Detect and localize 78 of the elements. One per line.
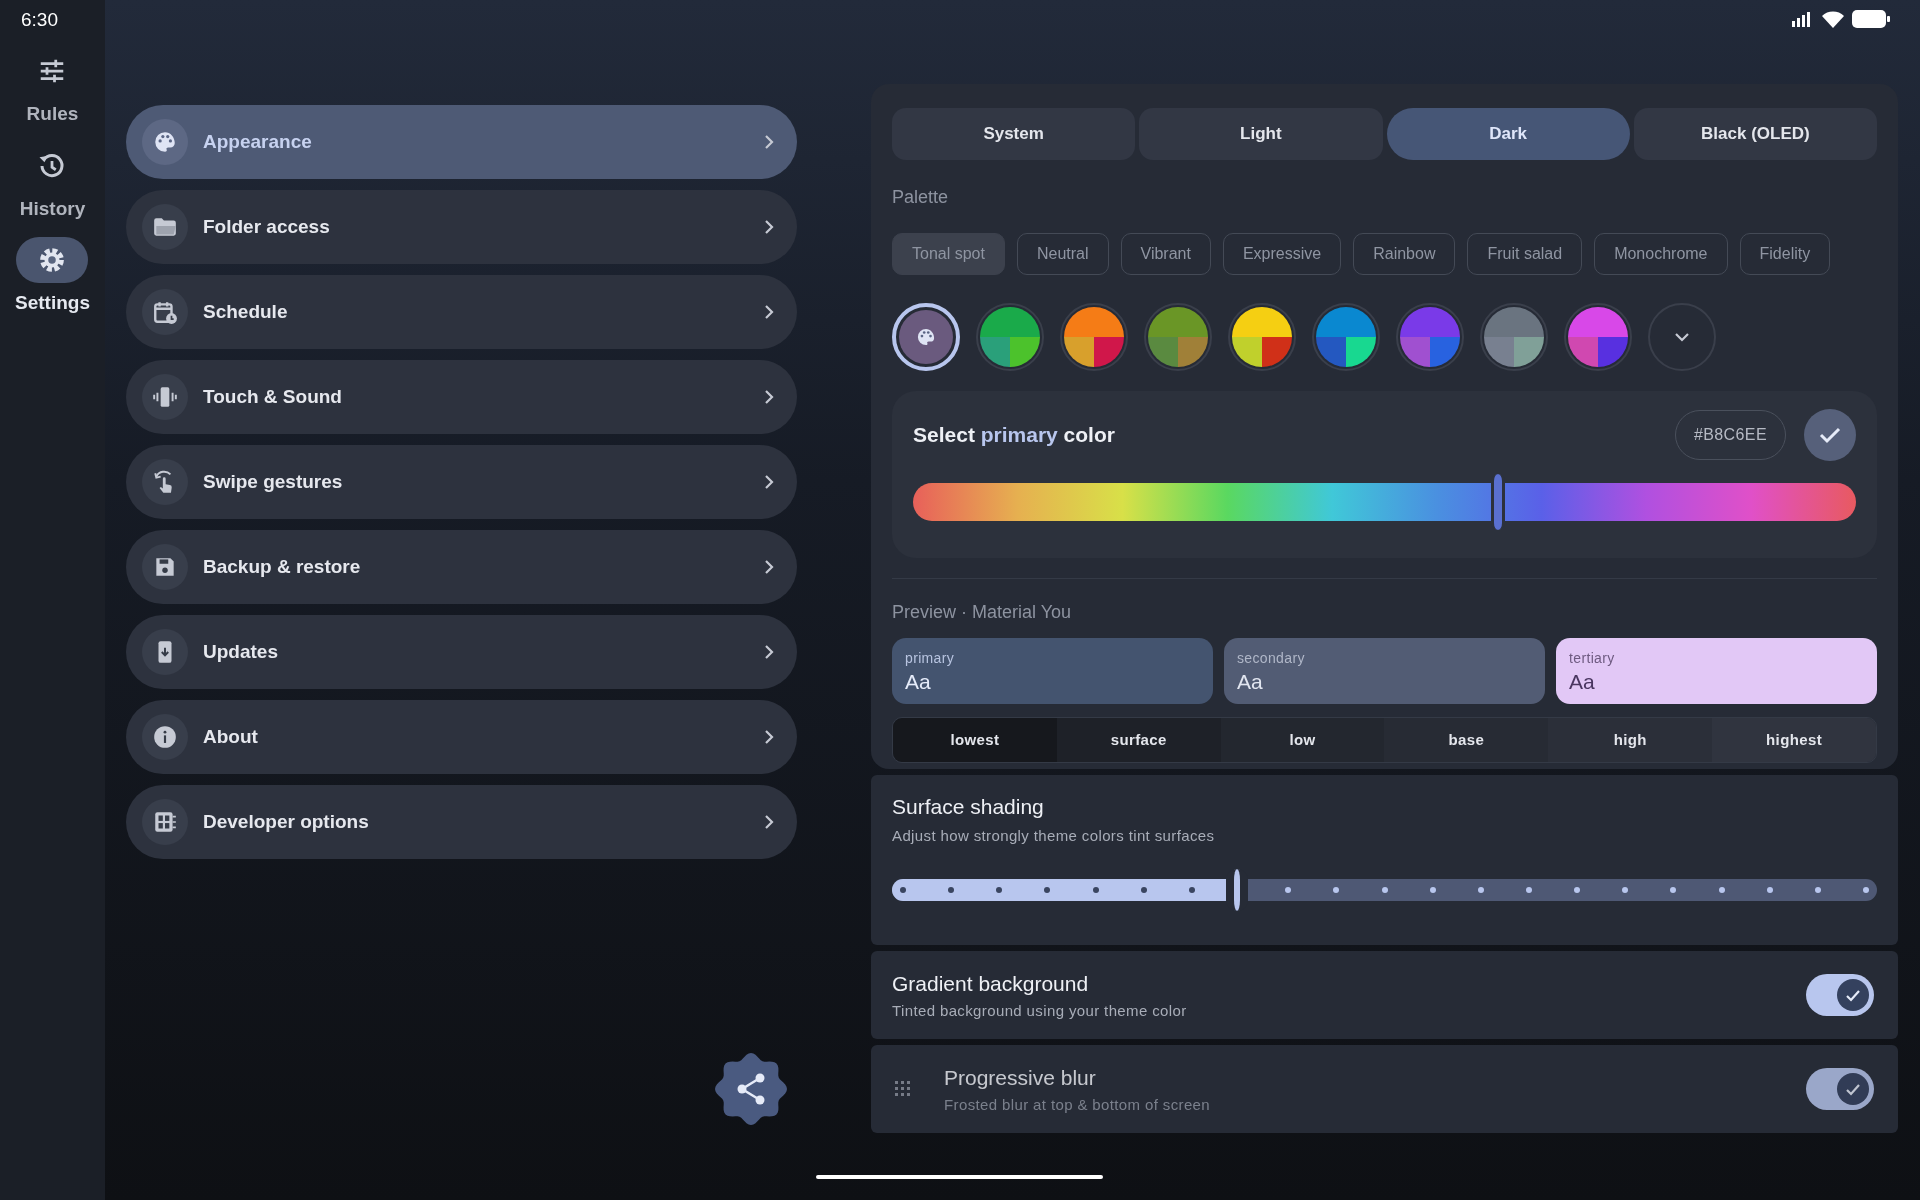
hue-slider[interactable] <box>913 474 1856 530</box>
setting-subtitle: Adjust how strongly theme colors tint surfaces <box>892 825 1216 846</box>
preview-label: secondary <box>1237 649 1306 668</box>
chevron-right-icon <box>763 134 775 150</box>
setting-subtitle: Frosted blur at top & bottom of screen <box>944 1094 1211 1115</box>
wifi-icon <box>1822 10 1844 28</box>
info-icon <box>152 724 178 750</box>
menu-item[interactable]: Developer options <box>126 785 797 859</box>
picker-title: Select primary color <box>913 422 1115 449</box>
chevron-right-icon <box>763 389 775 405</box>
color-swatch[interactable] <box>1060 303 1128 371</box>
theme-tab[interactable]: Black (OLED) <box>1633 108 1877 160</box>
preview-label: primary <box>905 649 956 668</box>
check-icon <box>1819 426 1841 444</box>
chevron-right-icon <box>763 644 775 660</box>
menu-item[interactable]: Touch & Sound <box>126 360 797 434</box>
chip-icon <box>152 809 178 835</box>
menu-item[interactable]: Swipe gestures <box>126 445 797 519</box>
vibrating-phone-icon <box>152 384 178 410</box>
color-swatch[interactable] <box>976 303 1044 371</box>
toggle-switch[interactable] <box>1806 974 1874 1016</box>
chevron-right-icon <box>763 304 775 320</box>
check-icon <box>1845 1082 1861 1096</box>
palette-chip[interactable]: Expressive <box>1222 233 1342 275</box>
color-swatch[interactable] <box>1312 303 1380 371</box>
surface-swatch: surface <box>1056 718 1221 762</box>
calendar-icon <box>152 299 178 325</box>
toggle-switch[interactable] <box>1806 1068 1874 1110</box>
color-swatch[interactable] <box>1396 303 1464 371</box>
share-button[interactable] <box>715 1053 787 1125</box>
palette-chip[interactable]: Vibrant <box>1120 233 1211 275</box>
chevron-right-icon <box>763 474 775 490</box>
theme-tab[interactable]: Dark <box>1386 108 1630 160</box>
chevron-right-icon <box>763 559 775 575</box>
palette-chip[interactable]: Neutral <box>1016 233 1109 275</box>
battery-icon <box>1852 10 1890 28</box>
surface-swatch: high <box>1548 718 1713 762</box>
palette-chip[interactable]: Rainbow <box>1353 233 1456 275</box>
setting-title: Gradient background <box>892 971 1090 997</box>
color-swatch[interactable] <box>1480 303 1548 371</box>
nav-rail-item[interactable]: History <box>16 142 89 223</box>
theme-tab[interactable]: Light <box>1139 108 1383 160</box>
surface-swatch: lowest <box>893 718 1057 762</box>
chevron-right-icon <box>763 729 775 745</box>
menu-item[interactable]: Appearance <box>126 105 797 179</box>
color-swatch[interactable] <box>1228 303 1296 371</box>
menu-item[interactable]: Updates <box>126 615 797 689</box>
shading-slider[interactable] <box>892 869 1877 911</box>
nav-rail-item[interactable]: Rules <box>16 48 89 129</box>
chevron-right-icon <box>763 219 775 235</box>
palette-chip[interactable]: Monochrome <box>1594 233 1728 275</box>
chevron-down-icon <box>1674 332 1690 342</box>
surface-swatch: highest <box>1712 718 1876 762</box>
slider-thumb[interactable] <box>1490 474 1505 530</box>
section-label: Preview · Material You <box>892 601 1073 624</box>
preview-label: tertiary <box>1569 649 1616 668</box>
menu-item[interactable]: Backup & restore <box>126 530 797 604</box>
confirm-button[interactable] <box>1804 409 1856 461</box>
status-time: 6:30 <box>21 9 58 30</box>
menu-item[interactable]: Folder access <box>126 190 797 264</box>
color-swatch[interactable] <box>1144 303 1212 371</box>
palette-icon <box>152 129 178 155</box>
surface-swatch: low <box>1220 718 1385 762</box>
menu-item[interactable]: About <box>126 700 797 774</box>
check-icon <box>1845 988 1861 1002</box>
palette-chip[interactable]: Fruit salad <box>1467 233 1583 275</box>
setting-title: Progressive blur <box>944 1065 1097 1091</box>
theme-tab[interactable]: System <box>892 108 1136 160</box>
setting-subtitle: Tinted background using your theme color <box>892 1000 1187 1021</box>
menu-item[interactable]: Schedule <box>126 275 797 349</box>
color-swatch[interactable] <box>1564 303 1632 371</box>
preview-sample: Aa <box>1569 669 1596 695</box>
preview-sample: Aa <box>905 669 932 695</box>
chevron-right-icon <box>763 814 775 830</box>
preview-sample: Aa <box>1237 669 1264 695</box>
section-label: Palette <box>892 186 950 209</box>
setting-title: Surface shading <box>892 794 1045 820</box>
palette-chip[interactable]: Fidelity <box>1739 233 1831 275</box>
